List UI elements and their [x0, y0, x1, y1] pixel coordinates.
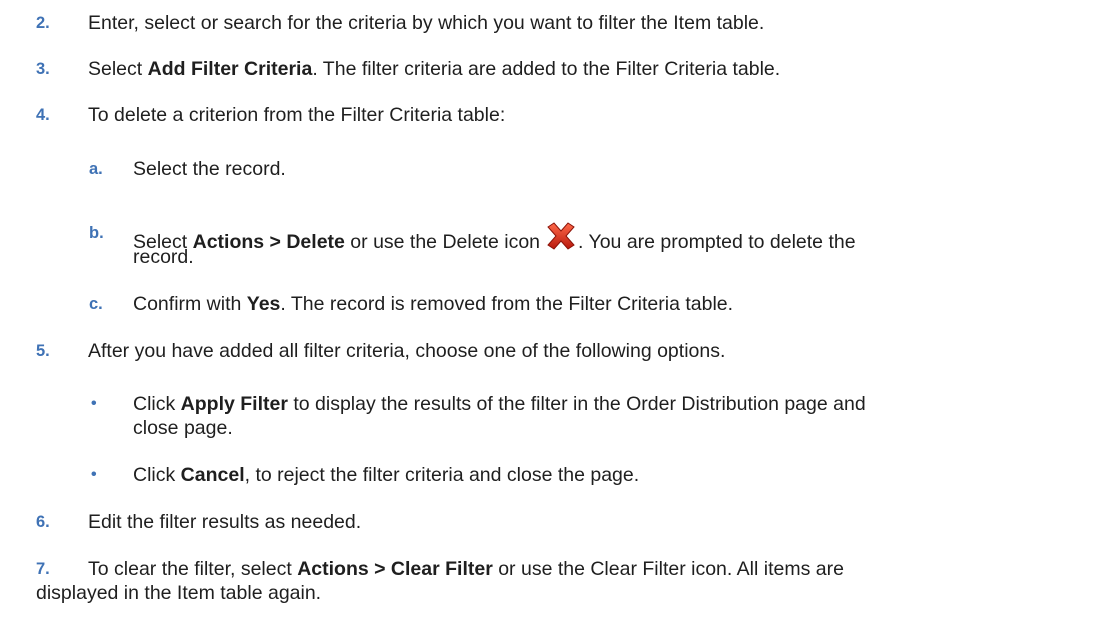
step-text: To delete a criterion from the Filter Cr…: [88, 104, 506, 126]
ui-term: Add Filter Criteria: [147, 58, 313, 80]
text-run: Click: [133, 464, 181, 486]
text-run: or use the Delete icon: [344, 231, 541, 253]
text-run: . The filter criteria are added to the F…: [312, 58, 781, 80]
text-run: Select: [88, 58, 148, 80]
substep-letter: c.: [89, 295, 103, 313]
step-number: 7.: [36, 560, 50, 578]
ui-term: Cancel: [180, 464, 245, 486]
ui-term: Yes: [246, 293, 281, 315]
step-text: Enter, select or search for the criteria…: [88, 12, 765, 34]
text-run: To clear the filter, select: [88, 558, 298, 580]
step-text: Edit the filter results as needed.: [88, 511, 362, 533]
text-run: Confirm with: [133, 293, 247, 315]
substep-letter: a.: [89, 160, 103, 178]
step-text: After you have added all filter criteria…: [88, 340, 726, 362]
ui-term: Apply Filter: [180, 393, 288, 415]
delete-x-icon: [547, 222, 575, 250]
document-page: 2. Enter, select or search for the crite…: [0, 0, 1111, 635]
substep-text: Select the record.: [133, 158, 286, 180]
option-text: Click Apply Filter to display the result…: [133, 392, 866, 416]
text-run: to display the results of the filter in …: [287, 393, 866, 415]
text-run: Click: [133, 393, 181, 415]
substep-letter: b.: [89, 224, 104, 242]
bullet: •: [91, 395, 97, 412]
step-text: Select Add Filter Criteria. The filter c…: [88, 57, 780, 81]
ui-term: Actions > Clear Filter: [297, 558, 493, 580]
step-text: To clear the filter, select Actions > Cl…: [88, 557, 844, 581]
step-text: displayed in the Item table again.: [36, 582, 322, 604]
step-number: 2.: [36, 14, 50, 32]
step-number: 5.: [36, 342, 50, 360]
step-number: 4.: [36, 106, 50, 124]
text-run: , to reject the filter criteria and clos…: [244, 464, 640, 486]
step-number: 6.: [36, 513, 50, 531]
substep-text: Confirm with Yes. The record is removed …: [133, 292, 733, 316]
substep-text: Select Actions > Delete or use the Delet…: [133, 221, 856, 254]
bullet: •: [91, 466, 97, 483]
text-run: . You are prompted to delete the: [578, 231, 856, 253]
ui-term: Actions > Delete: [192, 231, 345, 253]
step-number: 3.: [36, 60, 50, 78]
text-run: . The record is removed from the Filter …: [280, 293, 734, 315]
text-run: or use the Clear Filter icon. All items …: [492, 558, 844, 580]
substep-text: record.: [133, 246, 194, 268]
option-text: close page.: [133, 417, 233, 439]
option-text: Click Cancel, to reject the filter crite…: [133, 463, 639, 487]
